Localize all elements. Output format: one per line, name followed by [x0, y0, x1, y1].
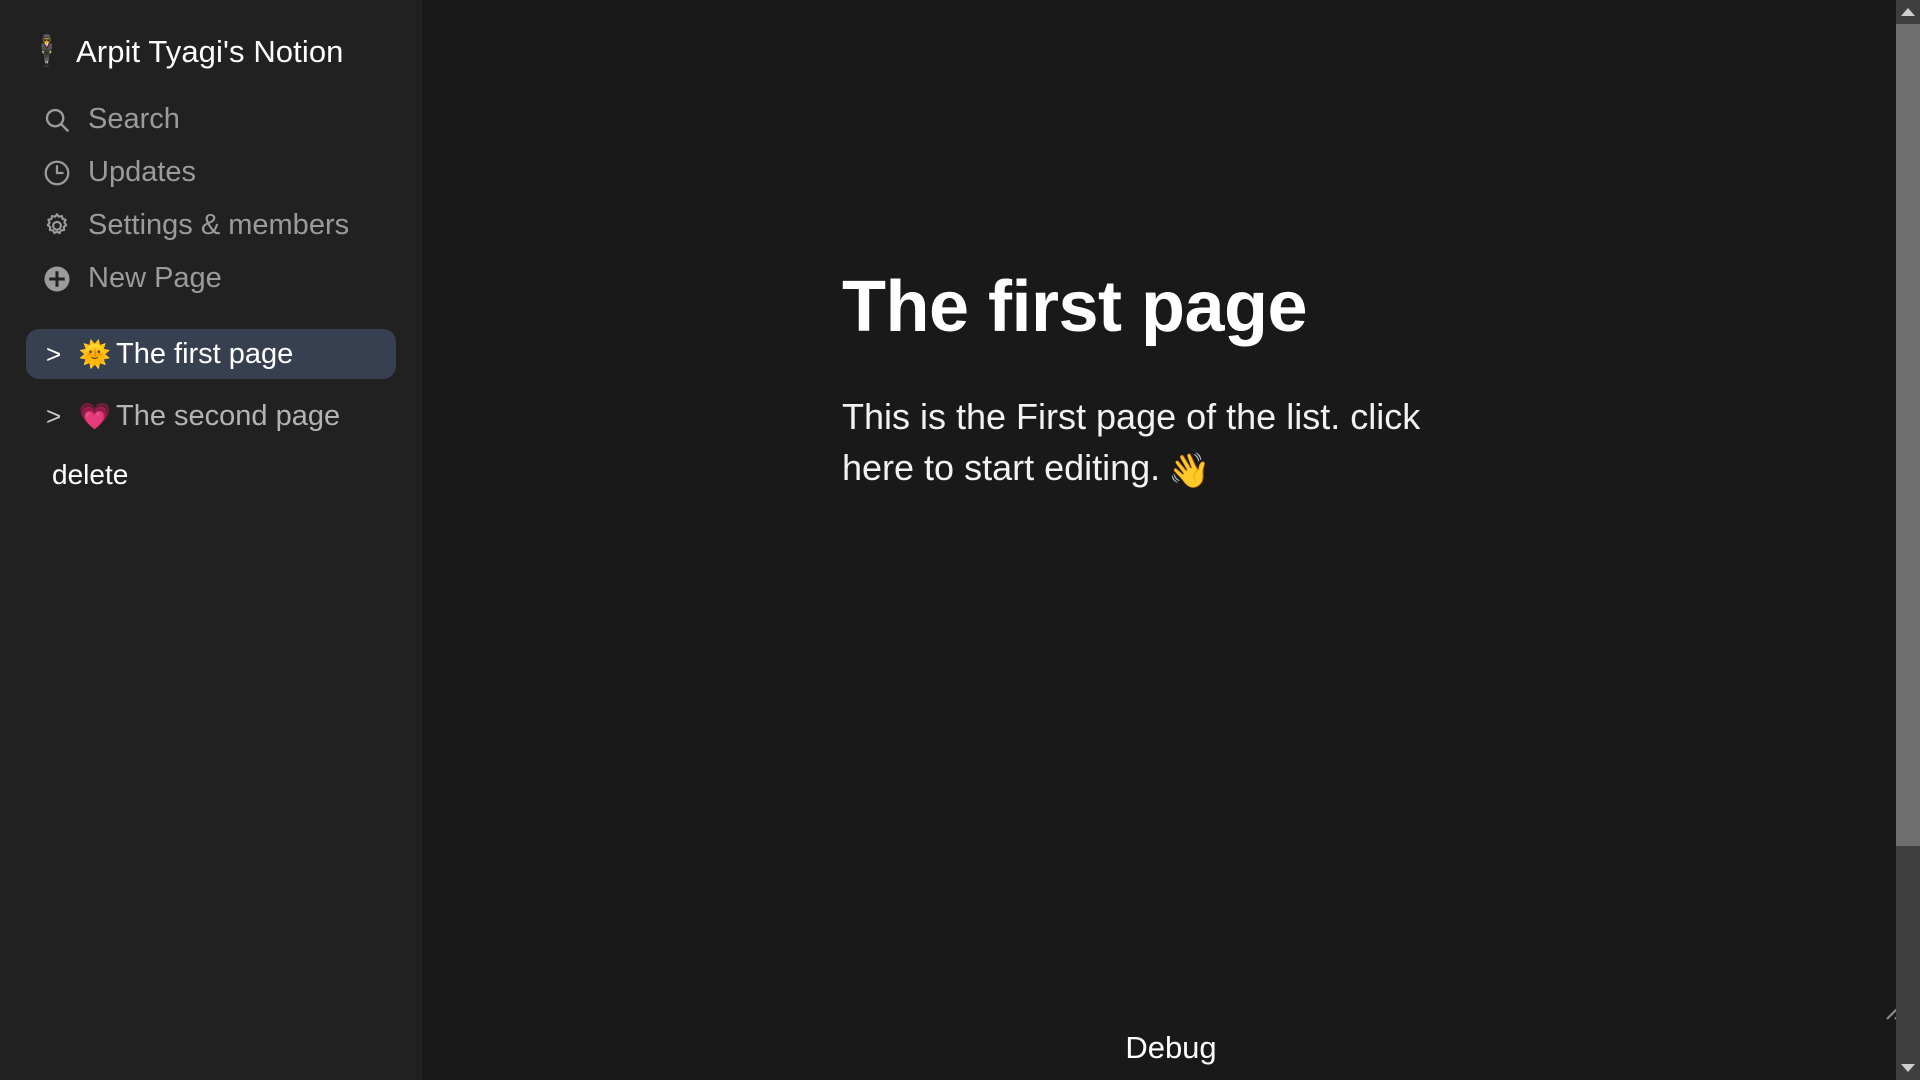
document-body: The first page This is the First page of…	[422, 0, 1522, 496]
clock-icon	[40, 146, 74, 199]
app-window: 🕴️ Arpit Tyagi's Notion Search Updates S…	[0, 0, 1920, 1080]
page-list: > 🌞 The first page > 💗 The second page d…	[0, 329, 422, 491]
gear-icon	[40, 199, 74, 252]
sidebar-item-label-search: Search	[88, 103, 180, 135]
delete-button[interactable]: delete	[26, 459, 128, 491]
page-paragraph-text: This is the First page of the list. clic…	[842, 396, 1421, 489]
page-list-item-label: The first page	[116, 337, 294, 370]
sun-with-face-emoji: 🌞	[78, 339, 112, 369]
sidebar-item-label-settings-members: Settings & members	[88, 209, 350, 241]
waving-hand-emoji: 👋	[1168, 452, 1211, 491]
sidebar-item-updates[interactable]: Updates	[40, 146, 385, 199]
workspace-title: Arpit Tyagi's Notion	[76, 34, 344, 69]
page-paragraph[interactable]: This is the First page of the list. clic…	[842, 391, 1477, 495]
sidebar-item-search[interactable]: Search	[40, 93, 385, 146]
main-content: The first page This is the First page of…	[422, 0, 1920, 1080]
page-list-item-label: The second page	[116, 399, 341, 432]
page-list-item-the-second-page[interactable]: > 💗 The second page	[26, 391, 396, 441]
triangle-down-icon	[1901, 1064, 1915, 1072]
sidebar-item-settings-members[interactable]: Settings & members	[40, 199, 385, 252]
vertical-scrollbar[interactable]	[1896, 0, 1920, 1080]
scroll-up-arrow-button[interactable]	[1896, 0, 1920, 24]
plus-circle-icon	[40, 252, 74, 305]
sidebar-item-label-new-page: New Page	[88, 262, 222, 294]
growing-heart-emoji: 💗	[78, 401, 112, 431]
triangle-up-icon	[1901, 8, 1915, 16]
page-title[interactable]: The first page	[842, 267, 1522, 347]
page-list-item-the-first-page[interactable]: > 🌞 The first page	[26, 329, 396, 379]
chevron-right-icon[interactable]: >	[46, 401, 74, 432]
sidebar-nav: Search Updates Settings & members New Pa…	[0, 78, 422, 305]
sidebar-item-new-page[interactable]: New Page	[40, 252, 385, 305]
workspace-header[interactable]: 🕴️ Arpit Tyagi's Notion	[0, 0, 422, 78]
sidebar: 🕴️ Arpit Tyagi's Notion Search Updates S…	[0, 0, 422, 1080]
debug-label[interactable]: Debug	[422, 1030, 1920, 1066]
search-icon	[40, 93, 74, 146]
person-in-suit-emoji: 🕴️	[28, 35, 66, 68]
scroll-down-arrow-button[interactable]	[1896, 1056, 1920, 1080]
sidebar-item-label-updates: Updates	[88, 156, 197, 188]
chevron-right-icon[interactable]: >	[46, 339, 74, 370]
scrollbar-thumb[interactable]	[1896, 24, 1920, 846]
